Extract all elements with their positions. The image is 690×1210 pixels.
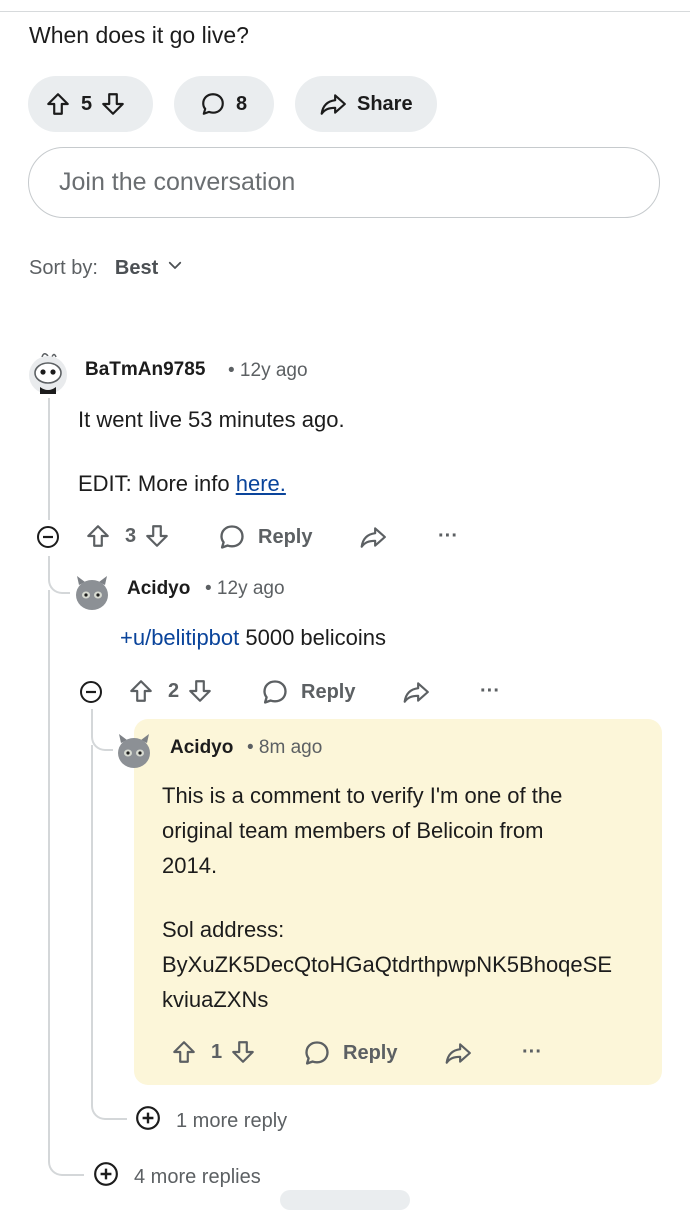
reply-label: Reply — [301, 680, 356, 703]
comment-timestamp: • 8m ago — [247, 737, 323, 758]
post-title: When does it go live? — [29, 22, 249, 48]
thread-line — [91, 745, 93, 1091]
bottom-handle — [280, 1190, 410, 1210]
downvote-icon[interactable] — [100, 91, 126, 117]
more-reply-label: 1 more reply — [176, 1109, 288, 1132]
comment-text-line: kviuaZXNs — [162, 987, 269, 1012]
comment-count: 8 — [236, 92, 248, 115]
thread-line — [48, 590, 50, 1148]
sort-label: Sort by: — [29, 256, 98, 279]
downvote-icon[interactable] — [187, 678, 213, 704]
comment-author[interactable]: BaTmAn9785 — [85, 359, 205, 381]
downvote-icon[interactable] — [230, 1039, 256, 1065]
reply-bubble-icon — [261, 678, 289, 706]
comment-vote-controls: 3 — [85, 523, 170, 549]
comments-button[interactable]: 8 — [174, 76, 274, 132]
comment-timestamp: • 12y ago — [228, 360, 308, 381]
plus-circle-icon — [93, 1161, 134, 1193]
more-replies-link[interactable]: 4 more replies — [93, 1161, 261, 1193]
sort-value: Best — [114, 256, 159, 279]
reply-button[interactable]: Reply — [303, 1039, 397, 1067]
downvote-icon[interactable] — [144, 523, 170, 549]
more-reply-link[interactable]: 1 more reply — [135, 1105, 287, 1137]
thread-elbow — [91, 709, 113, 751]
thread-elbow — [48, 556, 70, 594]
more-replies-label: 4 more replies — [134, 1165, 261, 1188]
reply-button[interactable]: Reply — [261, 678, 355, 706]
chevron-down-icon — [166, 256, 184, 280]
reply-bubble-icon — [303, 1039, 331, 1067]
join-placeholder: Join the conversation — [59, 168, 296, 196]
upvote-icon[interactable] — [45, 91, 71, 117]
share-icon[interactable] — [444, 1040, 472, 1066]
comment-timestamp: • 12y ago — [205, 578, 285, 599]
upvote-icon[interactable] — [128, 678, 154, 704]
comment-text: 5000 belicoins — [239, 625, 387, 650]
comment-vote-controls: 1 — [171, 1039, 256, 1065]
here-link[interactable]: here. — [236, 471, 286, 496]
post-vote-count: 5 — [81, 92, 93, 115]
upvote-icon[interactable] — [171, 1039, 197, 1065]
comment-text-line: EDIT: More info here. — [78, 466, 345, 501]
share-icon[interactable] — [402, 679, 430, 705]
share-icon — [319, 91, 347, 117]
post-vote-pill: 5 — [28, 76, 153, 132]
comment-text-line: This is a comment to verify I'm one of t… — [162, 783, 563, 808]
more-options-icon[interactable]: ··· — [522, 1041, 542, 1064]
collapse-icon[interactable] — [79, 680, 103, 704]
vote-count: 3 — [125, 524, 137, 547]
share-icon[interactable] — [359, 524, 387, 550]
avatar[interactable] — [28, 351, 68, 394]
comment-author[interactable]: Acidyo — [170, 737, 233, 759]
comment-text-line: ByXuZK5DecQtoHGaQtdrthpwpNK5BhoqeSE — [162, 952, 613, 977]
share-label: Share — [357, 92, 413, 115]
comment-text-line: original team members of Belicoin from — [162, 818, 544, 843]
comment-author[interactable]: Acidyo — [127, 578, 190, 600]
top-divider — [0, 11, 690, 12]
comment-text-line: 2014. — [162, 853, 218, 878]
comment-text: EDIT: More info — [78, 471, 236, 496]
comment-bubble-icon — [200, 91, 226, 117]
username-link[interactable]: +u/belitipbot — [120, 625, 239, 650]
reply-button[interactable]: Reply — [218, 523, 312, 551]
thread-elbow — [48, 1146, 84, 1176]
plus-circle-icon — [135, 1105, 176, 1137]
reply-bubble-icon — [218, 523, 246, 551]
thread-line — [48, 398, 50, 520]
avatar[interactable] — [72, 573, 112, 613]
avatar[interactable] — [114, 731, 154, 771]
more-options-icon[interactable]: ··· — [438, 525, 458, 548]
comment-body: This is a comment to verify I'm one of t… — [162, 778, 612, 1017]
vote-count: 1 — [211, 1040, 223, 1063]
comment-text-line: Sol address: — [162, 917, 285, 942]
upvote-icon[interactable] — [85, 523, 111, 549]
reply-label: Reply — [343, 1041, 398, 1064]
sort-dropdown[interactable]: Sort by: Best — [29, 256, 184, 280]
comment-body: +u/belitipbot 5000 belicoins — [120, 620, 386, 655]
reply-label: Reply — [258, 525, 313, 548]
thread-elbow — [91, 1090, 127, 1120]
more-options-icon[interactable]: ··· — [480, 680, 500, 703]
join-conversation-input[interactable]: Join the conversation — [28, 147, 660, 218]
share-button[interactable]: Share — [295, 76, 437, 132]
comment-vote-controls: 2 — [128, 678, 213, 704]
collapse-icon[interactable] — [36, 525, 60, 549]
comment-body: It went live 53 minutes ago. EDIT: More … — [78, 402, 345, 501]
comment-text-line: It went live 53 minutes ago. — [78, 407, 345, 432]
vote-count: 2 — [168, 679, 180, 702]
